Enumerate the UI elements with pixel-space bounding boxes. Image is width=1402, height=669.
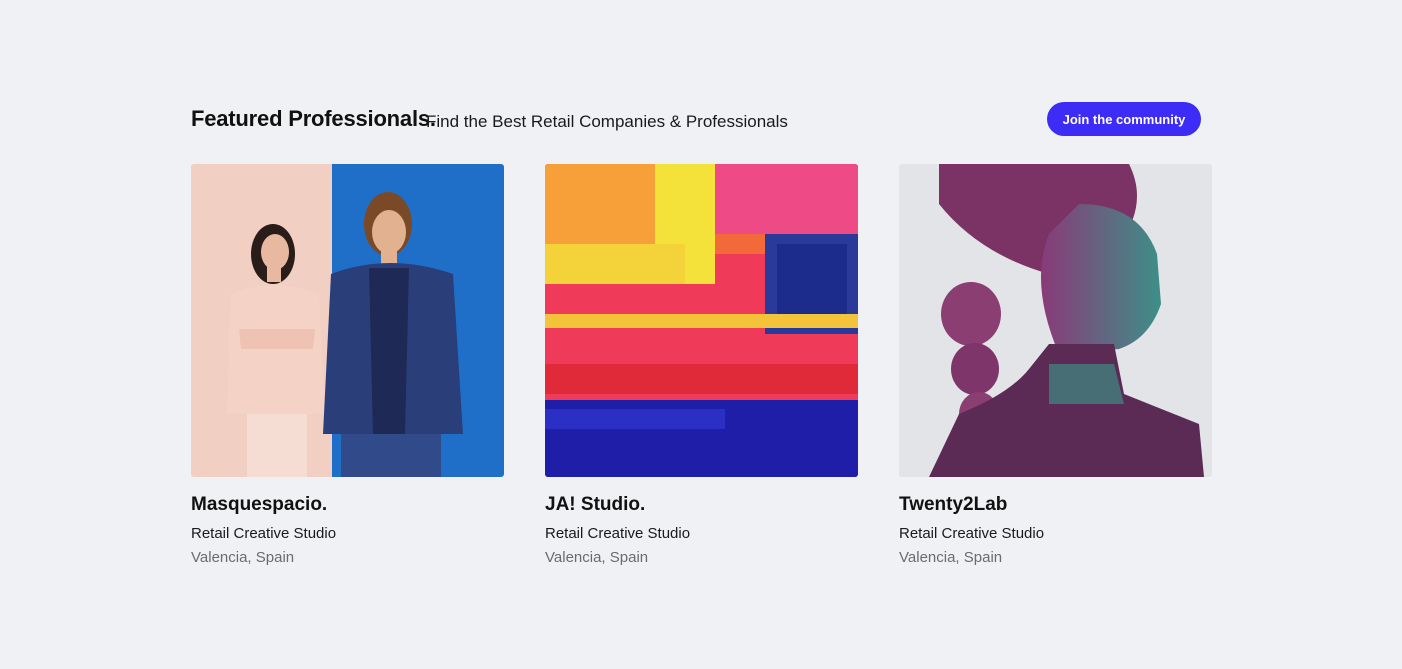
card-type: Retail Creative Studio — [191, 525, 337, 542]
professional-card[interactable]: Twenty2Lab Retail Creative Studio Valenc… — [899, 164, 1212, 566]
section-title: Featured Professionals. — [191, 106, 436, 131]
section-subtitle: Find the Best Retail Companies & Profess… — [426, 112, 788, 131]
card-location: Valencia, Spain — [545, 549, 649, 566]
featured-section: Featured Professionals. Find the Best Re… — [191, 102, 1212, 566]
card-name[interactable]: JA! Studio. — [545, 494, 858, 516]
card-image[interactable] — [545, 164, 858, 477]
card-name[interactable]: Twenty2Lab — [899, 494, 1212, 516]
card-type: Retail Creative Studio — [899, 525, 1045, 542]
professionals-grid: Masquespacio. Retail Creative Studio Val… — [191, 164, 1212, 566]
card-image[interactable] — [191, 164, 504, 477]
card-location: Valencia, Spain — [191, 549, 295, 566]
section-header: Featured Professionals. Find the Best Re… — [191, 102, 1211, 136]
card-image[interactable] — [899, 164, 1212, 477]
card-location: Valencia, Spain — [899, 549, 1003, 566]
card-name[interactable]: Masquespacio. — [191, 494, 504, 516]
join-community-button[interactable]: Join the community — [1047, 102, 1201, 136]
professional-card[interactable]: Masquespacio. Retail Creative Studio Val… — [191, 164, 504, 566]
professional-card[interactable]: JA! Studio. Retail Creative Studio Valen… — [545, 164, 858, 566]
card-type: Retail Creative Studio — [545, 525, 691, 542]
